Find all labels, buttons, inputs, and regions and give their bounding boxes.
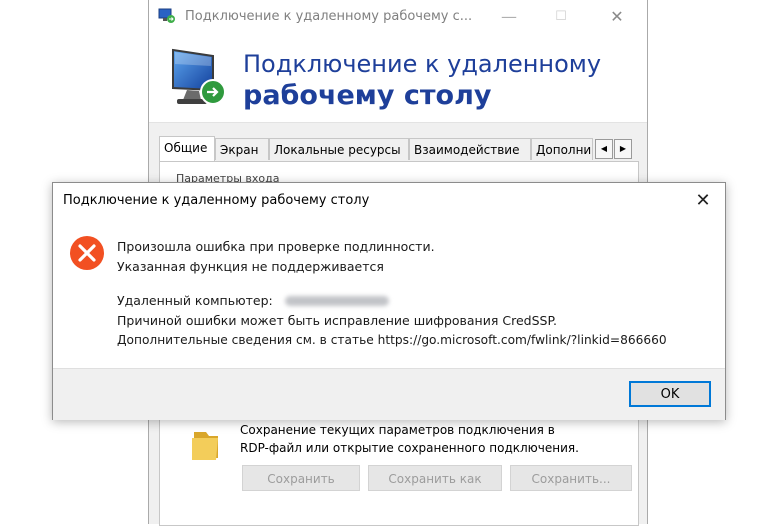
error-message-line2: Указанная функция не поддерживается [117,259,384,274]
dialog-footer: OK [53,368,725,420]
folder-icon [192,432,218,460]
rdp-banner: Подключение к удаленному рабочему столу [149,34,647,123]
dialog-close-icon[interactable]: ✕ [689,187,717,215]
save-description-line1: Сохранение текущих параметров подключени… [240,423,555,437]
tab-scroll-right-icon[interactable]: ▶ [614,139,632,159]
close-button[interactable]: ✕ [601,4,633,30]
tab-strip: Общие Экран Локальные ресурсы Взаимодейс… [159,136,647,162]
tab-local-resources[interactable]: Локальные ресурсы [269,138,409,160]
maximize-button[interactable]: ☐ [545,4,577,30]
dialog-title: Подключение к удаленному рабочему столу [63,193,370,208]
rdp-monitor-icon [172,48,226,105]
tab-advanced[interactable]: Дополни [531,138,593,160]
save-as-button[interactable]: Сохранить как [368,465,502,491]
minimize-button[interactable]: — [493,4,525,30]
tab-display[interactable]: Экран [215,138,269,160]
open-button[interactable]: Сохранить... [510,465,632,491]
error-details-line: Дополнительные сведения см. в статье htt… [117,333,667,347]
tab-experience[interactable]: Взаимодействие [409,138,531,160]
banner-title-line2: рабочему столу [243,80,492,111]
tab-general[interactable]: Общие [159,136,215,162]
error-cause-line: Причиной ошибки может быть исправление ш… [117,313,558,328]
save-description-line2: RDP-файл или открытие сохраненного подкл… [240,441,579,455]
error-message-line1: Произошла ошибка при проверке подлинност… [117,239,435,254]
remote-computer-label: Удаленный компьютер: [117,293,273,308]
rdp-window-title: Подключение к удаленному рабочему с... [185,9,473,24]
banner-title-line1: Подключение к удаленному [243,50,602,78]
rdp-app-icon [158,8,175,23]
save-button[interactable]: Сохранить [242,465,360,491]
error-x-icon [70,236,104,270]
tab-scroll-left-icon[interactable]: ◀ [595,139,613,159]
redacted-computer-name [285,296,389,306]
rdp-titlebar: Подключение к удаленному рабочему с... —… [149,0,647,34]
ok-button[interactable]: OK [629,381,711,407]
error-dialog: Подключение к удаленному рабочему столу … [52,182,726,420]
